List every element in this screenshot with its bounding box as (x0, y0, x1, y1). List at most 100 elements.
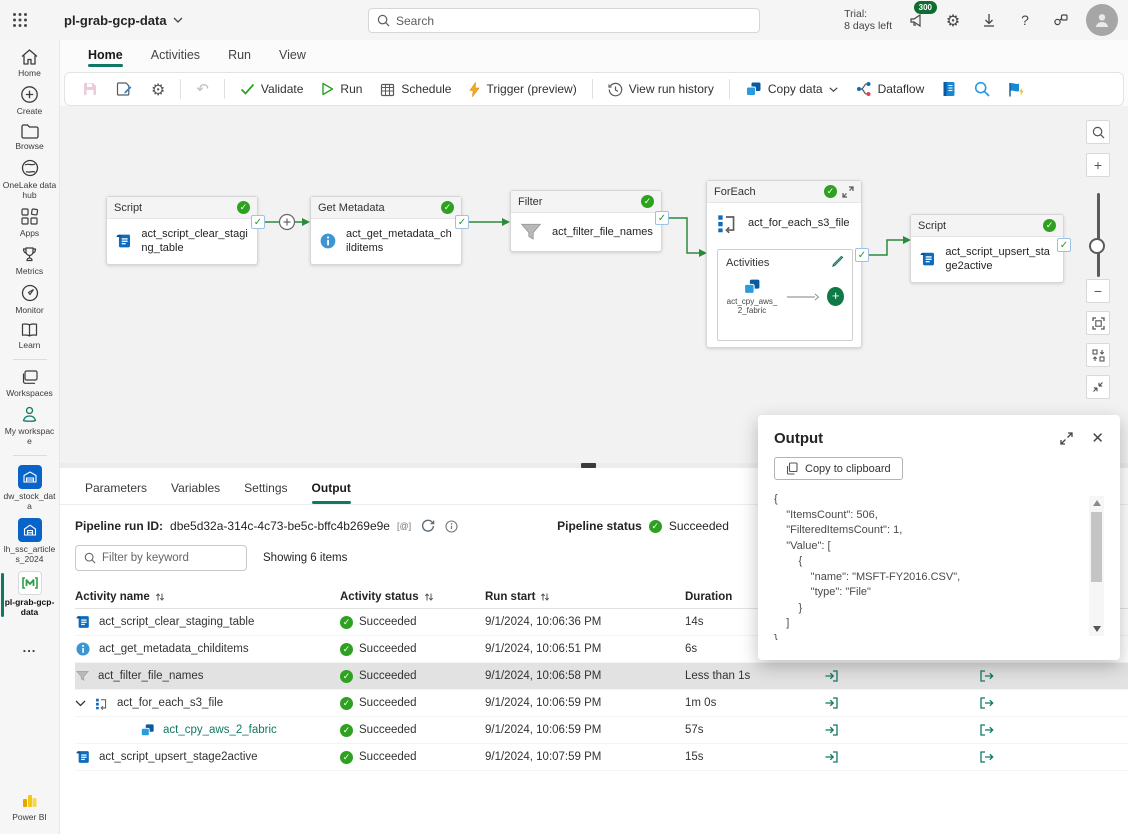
help-icon[interactable]: ? (1014, 9, 1036, 31)
activity-input-icon[interactable] (820, 746, 842, 768)
zoom-slider-handle[interactable] (1089, 238, 1105, 254)
sidebar-item-apps[interactable]: Apps (1, 207, 59, 238)
activity-filter-input[interactable]: Filter by keyword (75, 545, 247, 571)
output-json-viewer[interactable]: { "ItemsCount": 506, "FilteredItemsCount… (774, 492, 1104, 640)
sidebar-item-workspaces[interactable]: Workspaces (1, 369, 59, 398)
sidebar-item-metrics[interactable]: Metrics (1, 245, 59, 276)
splitter-grip[interactable] (581, 463, 596, 468)
schedule-button[interactable]: Schedule (373, 78, 458, 101)
output-port-check[interactable]: ✓ (251, 215, 265, 229)
search-icon (377, 14, 390, 27)
tab-settings[interactable]: Settings (234, 476, 297, 504)
table-row-child[interactable]: act_cpy_aws_2_fabric ✓ Succeeded 9/1/2024… (75, 717, 1128, 744)
table-row-selected[interactable]: act_filter_file_names ✓ Succeeded 9/1/202… (75, 663, 1128, 690)
chevron-down-icon[interactable] (75, 700, 86, 707)
activity-link[interactable]: act_cpy_aws_2_fabric (163, 724, 277, 736)
activity-input-icon[interactable] (820, 719, 842, 741)
feedback-icon[interactable] (1050, 9, 1072, 31)
activity-output-icon[interactable] (975, 692, 997, 714)
activity-output-icon[interactable] (975, 746, 997, 768)
activity-node-foreach[interactable]: ForEach ✓ act_for_each_s3_file Activitie… (706, 180, 862, 348)
activity-output-icon[interactable] (975, 665, 997, 687)
trophy-icon (22, 247, 37, 262)
scrollbar[interactable] (1089, 496, 1104, 636)
output-port-check[interactable]: ✓ (855, 248, 869, 262)
sidebar-more-button[interactable]: ... (1, 640, 59, 655)
tab-home[interactable]: Home (78, 42, 133, 70)
tab-variables[interactable]: Variables (161, 476, 230, 504)
sidebar-item-dw-stock-data[interactable]: dw_stock_data (1, 465, 59, 511)
pipeline-canvas[interactable]: Script ✓ act_script_clear_staging_table … (60, 106, 1128, 463)
activity-input-icon[interactable] (820, 692, 842, 714)
search-tool-button[interactable] (967, 77, 997, 101)
sort-icon[interactable] (155, 592, 165, 602)
activity-input-icon[interactable] (820, 665, 842, 687)
copy-run-id-icon[interactable]: [@] (397, 521, 411, 531)
auto-align-button[interactable] (1086, 343, 1110, 367)
run-button[interactable]: Run (314, 78, 369, 100)
info-icon[interactable] (445, 519, 458, 533)
activity-node-script-clear-staging[interactable]: Script ✓ act_script_clear_staging_table (106, 196, 258, 265)
sort-icon[interactable] (540, 592, 550, 602)
refresh-icon[interactable] (421, 519, 435, 533)
copy-data-button[interactable]: Copy data (738, 77, 845, 101)
dataflow-button[interactable]: Dataflow (849, 77, 932, 101)
tab-output[interactable]: Output (302, 476, 361, 504)
undo-button[interactable]: ↶ (189, 76, 216, 102)
app-launcher-icon[interactable] (0, 0, 40, 40)
sidebar-item-lh-ssc-articles[interactable]: lh_ssc_articles_2024 (1, 518, 59, 564)
view-run-history-button[interactable]: View run history (601, 78, 721, 101)
global-search-input[interactable]: Search (368, 8, 760, 33)
save-as-button[interactable] (109, 77, 140, 101)
activity-node-get-metadata[interactable]: Get Metadata ✓ act_get_metadata_childite… (310, 196, 462, 265)
validate-button[interactable]: Validate (233, 78, 310, 100)
fit-to-screen-button[interactable] (1086, 311, 1110, 335)
sort-icon[interactable] (424, 592, 434, 602)
sidebar-item-pl-grab-gcp-data[interactable]: pl-grab-gcp-data (0, 571, 59, 617)
success-badge-icon: ✓ (340, 615, 353, 629)
sidebar-item-power-bi[interactable]: Power BI (1, 790, 59, 822)
output-port-check[interactable]: ✓ (455, 215, 469, 229)
sidebar-item-create[interactable]: Create (1, 85, 59, 116)
activity-node-filter[interactable]: Filter ✓ act_filter_file_names (510, 190, 662, 252)
activity-node-script-upsert[interactable]: Script ✓ act_script_upsert_stage2active (910, 214, 1064, 283)
tab-activities[interactable]: Activities (141, 42, 210, 70)
pipeline-settings-button[interactable]: ⚙ (144, 76, 172, 103)
copy-to-clipboard-button[interactable]: Copy to clipboard (774, 457, 903, 480)
sidebar-item-my-workspace[interactable]: My workspace (1, 405, 59, 446)
collapse-icon[interactable] (842, 185, 854, 198)
account-avatar[interactable] (1086, 4, 1118, 36)
zoom-in-button[interactable]: + (1086, 153, 1110, 177)
save-button[interactable] (75, 77, 105, 101)
sidebar-item-onelake[interactable]: OneLake data hub (1, 158, 59, 200)
settings-gear-icon[interactable]: ⚙ (942, 9, 964, 31)
copy-data-icon[interactable] (743, 278, 761, 295)
sidebar-item-home[interactable]: Home (1, 48, 59, 78)
output-port-check[interactable]: ✓ (655, 211, 669, 225)
output-port-check[interactable]: ✓ (1057, 238, 1071, 252)
sidebar-item-browse[interactable]: Browse (1, 123, 59, 151)
sidebar-item-monitor[interactable]: Monitor (1, 283, 59, 315)
sidebar-item-learn[interactable]: Learn (1, 322, 59, 350)
tab-run[interactable]: Run (218, 42, 261, 70)
notebook-button[interactable] (935, 77, 963, 101)
trigger-button[interactable]: Trigger (preview) (462, 78, 583, 101)
close-icon[interactable]: ✕ (1091, 429, 1104, 447)
filter-icon (76, 670, 89, 681)
foreach-activities-container[interactable]: Activities act_cpy_aws_2_fabric + (717, 249, 853, 341)
zoom-out-button[interactable]: − (1086, 279, 1110, 303)
edit-pencil-icon[interactable] (831, 256, 844, 269)
table-row[interactable]: act_script_upsert_stage2active ✓ Succeede… (75, 744, 1128, 771)
download-icon[interactable] (978, 9, 1000, 31)
canvas-search-button[interactable] (1086, 120, 1110, 144)
tab-view[interactable]: View (269, 42, 316, 70)
table-row[interactable]: act_for_each_s3_file ✓ Succeeded 9/1/2024… (75, 690, 1128, 717)
tab-parameters[interactable]: Parameters (75, 476, 157, 504)
activity-output-icon[interactable] (975, 719, 997, 741)
flag-button[interactable] (1001, 78, 1032, 101)
add-inner-activity-button[interactable]: + (827, 287, 844, 306)
announcements-icon[interactable]: 300 (906, 1, 937, 31)
expand-icon[interactable] (1060, 431, 1074, 445)
collapse-panel-button[interactable] (1086, 375, 1110, 399)
pipeline-title-menu[interactable]: pl-grab-gcp-data (64, 13, 183, 28)
